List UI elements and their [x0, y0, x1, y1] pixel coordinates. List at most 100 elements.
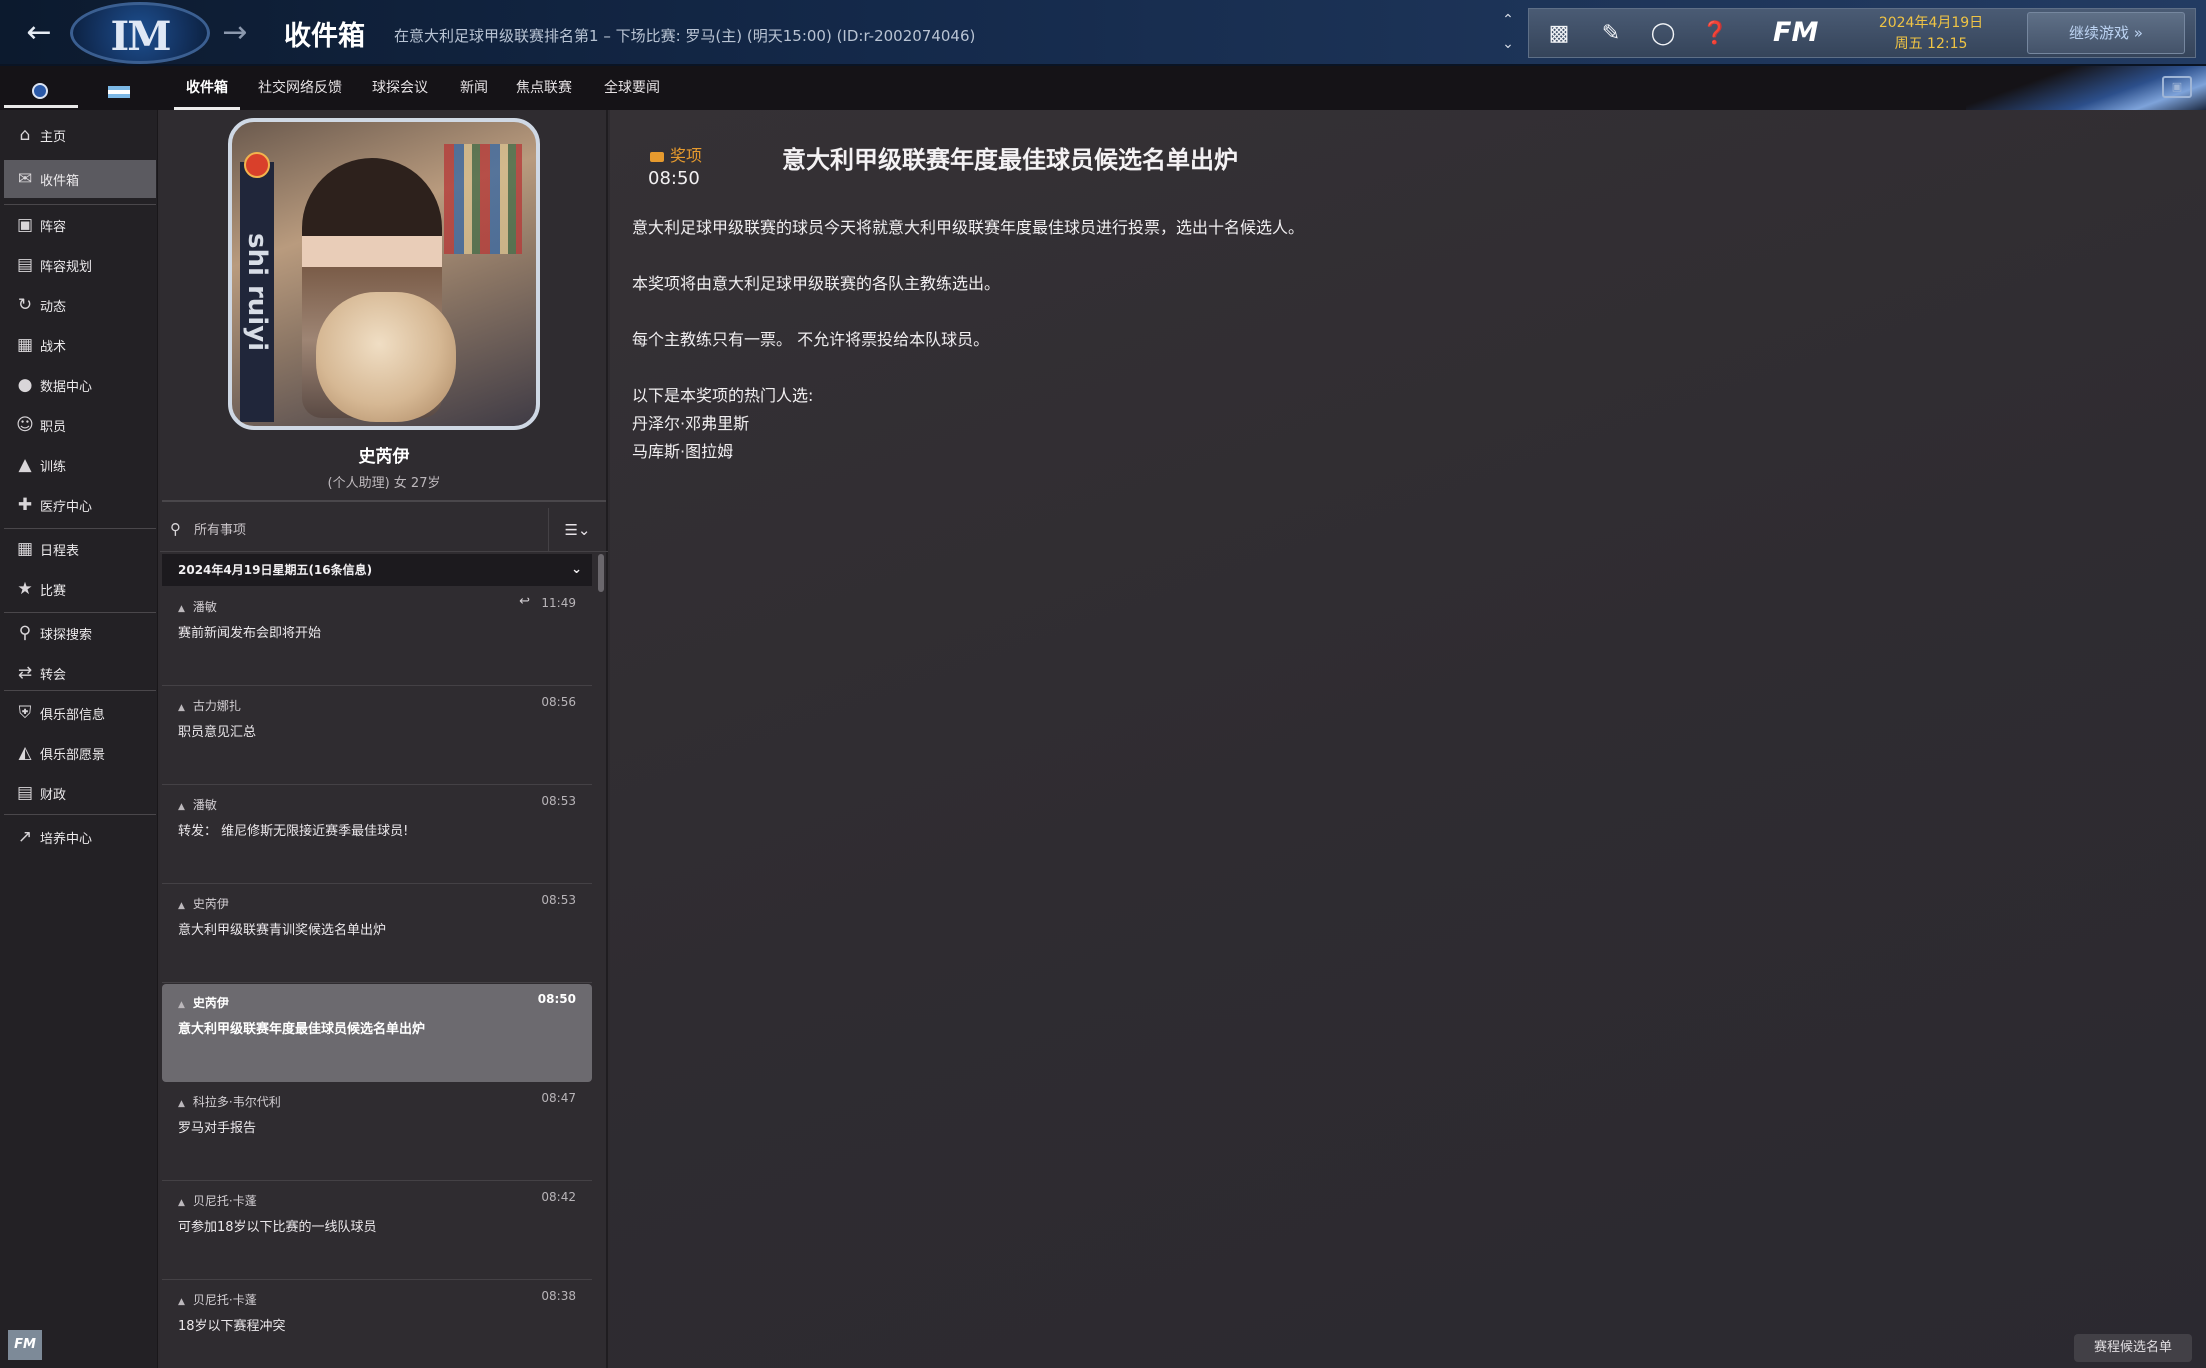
- message-time: 08:47: [541, 1091, 576, 1105]
- sidebar-item-label: 职员: [40, 419, 67, 435]
- sidebar-divider: [4, 204, 156, 205]
- help-icon[interactable]: ❓: [1699, 18, 1731, 50]
- tab-social-feedback[interactable]: 社交网络反馈: [246, 66, 354, 110]
- date-group-header[interactable]: 2024年4月19日星期五(16条信息) ⌄: [162, 554, 592, 586]
- sidebar-item-club-info[interactable]: ⛨ 俱乐部信息: [4, 694, 156, 732]
- nation-tab[interactable]: [80, 66, 160, 110]
- message-list-scrollbar[interactable]: [598, 554, 604, 592]
- list-item[interactable]: 潘敏 08:53 转发： 维尼修斯无限接近赛季最佳球员!: [162, 786, 592, 884]
- club-logo[interactable]: IM: [70, 2, 210, 64]
- search-icon: ⚲: [18, 623, 32, 643]
- message-detail: 奖项 08:50 意大利甲级联赛年度最佳球员候选名单出炉 意大利足球甲级联赛的球…: [610, 110, 2206, 1368]
- id-card-icon[interactable]: ▩: [1543, 18, 1575, 50]
- list-item[interactable]: 古力娜扎 08:56 职员意见汇总: [162, 687, 592, 785]
- list-item[interactable]: 贝尼托·卡蓬 08:42 可参加18岁以下比赛的一线队球员: [162, 1182, 592, 1280]
- tab-inbox[interactable]: 收件箱: [174, 66, 240, 110]
- sidebar-item-squad-planner[interactable]: ▤ 阵容规划: [4, 246, 156, 284]
- search-input[interactable]: [194, 516, 534, 544]
- tab-scout-meeting[interactable]: 球探会议: [360, 66, 440, 110]
- person-photo[interactable]: shi ruiyi: [228, 118, 540, 430]
- message-time: 08:56: [541, 695, 576, 709]
- message-time: 08:53: [541, 893, 576, 907]
- section-divider: [162, 500, 606, 502]
- back-arrow-icon[interactable]: ←: [20, 14, 58, 52]
- continue-button[interactable]: 继续游戏 »: [2027, 12, 2185, 54]
- sidebar-item-inbox[interactable]: ✉ 收件箱: [4, 160, 156, 198]
- message-time: 11:49: [541, 596, 576, 610]
- tactics-icon: ▦: [16, 335, 34, 355]
- chevron-up-icon[interactable]: ⌃: [1498, 8, 1518, 32]
- person-name[interactable]: 史芮伊: [160, 442, 608, 467]
- fm-badge-icon[interactable]: FM: [8, 1330, 42, 1360]
- list-item[interactable]: 科拉多·韦尔代利 08:47 罗马对手报告: [162, 1083, 592, 1181]
- chevron-down-icon: ⌄: [571, 562, 582, 577]
- inbox-search: ⚲ ☰⌄: [160, 508, 608, 552]
- sidebar-divider: [4, 814, 156, 815]
- sidebar-item-data-hub[interactable]: ● 数据中心: [4, 366, 156, 404]
- sidebar-item-dynamics[interactable]: ↻ 动态: [4, 286, 156, 324]
- list-item[interactable]: 潘敏 ↩ 11:49 赛前新闻发布会即将开始: [162, 588, 592, 686]
- sidebar: ⌂ 主页 ✉ 收件箱 ▣ 阵容 ▤ 阵容规划 ↻ 动态 ▦ 战术 ● 数据中心 ☺ 职员 ▲ 训练…: [0, 110, 158, 1368]
- toolbar: ▩ ✎ ◯ ❓ FM 2024年4月19日 周五 12:15 继续游戏 »: [1528, 8, 2196, 58]
- reply-icon: ↩: [519, 594, 530, 609]
- page-subtitle: 在意大利足球甲级联赛排名第1 – 下场比赛: 罗马(主) (明天15:00) (…: [394, 27, 976, 45]
- pencil-icon[interactable]: ✎: [1595, 18, 1627, 50]
- sidebar-item-home[interactable]: ⌂ 主页: [4, 116, 156, 154]
- message-paragraph: 意大利足球甲级联赛的球员今天将就意大利甲级联赛年度最佳球员进行投票，选出十名候选…: [632, 218, 1305, 237]
- sidebar-item-label: 动态: [40, 299, 67, 315]
- message-title: 意大利甲级联赛年度最佳球员候选名单出炉: [782, 146, 1238, 174]
- message-time: 08:50: [537, 992, 576, 1006]
- sidebar-item-training[interactable]: ▲ 训练: [4, 446, 156, 484]
- screen-icon[interactable]: ▣: [2162, 76, 2192, 98]
- message-sender: 贝尼托·卡蓬: [178, 1192, 257, 1209]
- club-tab[interactable]: [0, 66, 80, 110]
- money-icon: ▤: [16, 783, 34, 803]
- development-icon: ↗: [17, 827, 33, 847]
- award-tag-icon: [650, 151, 664, 162]
- sidebar-item-transfers[interactable]: ⇄ 转会: [4, 654, 156, 692]
- message-body: 意大利足球甲级联赛的球员今天将就意大利甲级联赛年度最佳球员进行投票，选出十名候选…: [632, 214, 2032, 466]
- category-label: 奖项: [670, 146, 703, 165]
- message-sender: 潘敏: [178, 598, 217, 615]
- sidebar-item-staff[interactable]: ☺ 职员: [4, 406, 156, 444]
- chevron-down-icon[interactable]: ⌄: [1498, 32, 1518, 56]
- club-badge-icon: [32, 83, 48, 99]
- sidebar-item-schedule[interactable]: ▦ 日程表: [4, 530, 156, 568]
- sidebar-item-label: 球探搜索: [40, 627, 93, 643]
- list-item[interactable]: 史芮伊 08:53 意大利甲级联赛青训奖候选名单出炉: [162, 885, 592, 983]
- sidebar-divider: [4, 528, 156, 529]
- message-subject: 罗马对手报告: [178, 1121, 257, 1136]
- sidebar-item-label: 财政: [40, 787, 67, 803]
- clipboard-icon: ▤: [16, 255, 34, 275]
- top-header: ← IM → 收件箱 在意大利足球甲级联赛排名第1 – 下场比赛: 罗马(主) …: [0, 0, 2206, 66]
- globe-icon[interactable]: ◯: [1647, 18, 1679, 50]
- message-sender: 科拉多·韦尔代利: [178, 1093, 281, 1110]
- list-item[interactable]: 贝尼托·卡蓬 08:38 18岁以下赛程冲突: [162, 1281, 592, 1368]
- sidebar-item-tactics[interactable]: ▦ 战术: [4, 326, 156, 364]
- sidebar-item-competitions[interactable]: ★ 比赛: [4, 570, 156, 608]
- forward-arrow-icon[interactable]: →: [216, 14, 254, 52]
- tab-news[interactable]: 新闻: [448, 66, 500, 110]
- tab-focus-league[interactable]: 焦点联赛: [504, 66, 584, 110]
- sidebar-item-label: 医疗中心: [40, 499, 93, 515]
- list-item-selected[interactable]: 史芮伊 08:50 意大利甲级联赛年度最佳球员候选名单出炉: [162, 984, 592, 1082]
- tab-global-news[interactable]: 全球要闻: [592, 66, 672, 110]
- sidebar-item-development[interactable]: ↗ 培养中心: [4, 818, 156, 856]
- message-time: 08:42: [541, 1190, 576, 1204]
- candidate-link[interactable]: 马库斯·图拉姆: [632, 438, 2032, 466]
- transfer-icon: ⇄: [17, 663, 33, 683]
- trophy-icon: ★: [17, 579, 33, 599]
- filter-menu-button[interactable]: ☰⌄: [548, 508, 606, 552]
- fm-logo[interactable]: FM: [1773, 17, 1818, 48]
- sidebar-item-finances[interactable]: ▤ 财政: [4, 774, 156, 812]
- sidebar-item-squad[interactable]: ▣ 阵容: [4, 206, 156, 244]
- message-paragraph: 本奖项将由意大利足球甲级联赛的各队主教练选出。: [632, 274, 1001, 293]
- sidebar-item-medical[interactable]: ✚ 医疗中心: [4, 486, 156, 524]
- header-scroll-arrows[interactable]: ⌃ ⌄: [1498, 8, 1518, 58]
- candidate-link[interactable]: 丹泽尔·邓弗里斯: [632, 410, 2032, 438]
- sidebar-item-scouting[interactable]: ⚲ 球探搜索: [4, 614, 156, 652]
- sidebar-item-club-vision[interactable]: ◭ 俱乐部愿景: [4, 734, 156, 772]
- sidebar-item-label: 转会: [40, 667, 67, 683]
- vision-icon: ◭: [18, 743, 32, 763]
- staff-icon: ☺: [16, 415, 34, 435]
